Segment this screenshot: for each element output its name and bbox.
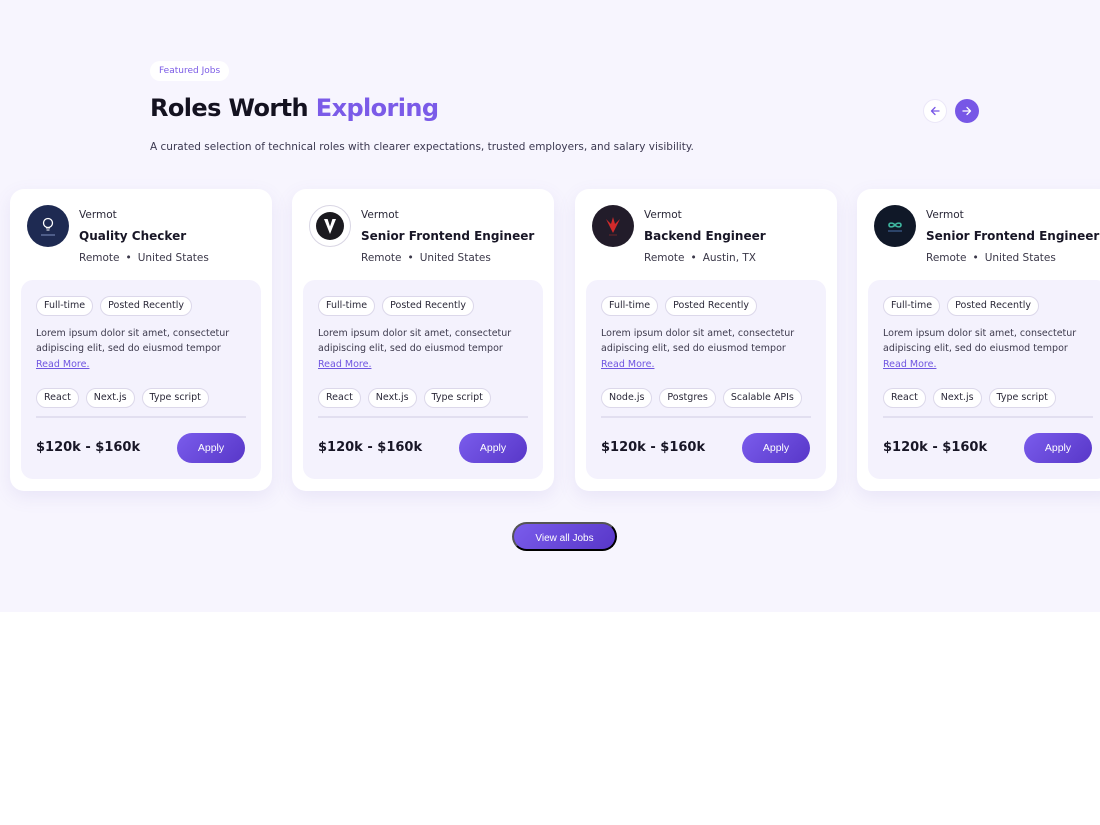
section-title: Roles Worth Exploring <box>150 94 439 122</box>
skill-tags: React Next.js Type script <box>883 388 1056 408</box>
salary-range: $120k - $160k <box>601 440 706 455</box>
job-location: Remote • Austin, TX <box>644 252 756 264</box>
badge-employment-type: Full-time <box>318 296 376 316</box>
badge-posted: Posted Recently <box>100 296 193 316</box>
skill-tag: Next.js <box>367 388 417 408</box>
company-name: Vermot <box>79 209 117 221</box>
v-logo-icon <box>309 205 351 247</box>
badge-posted: Posted Recently <box>947 296 1040 316</box>
apply-button[interactable]: Apply <box>177 433 245 463</box>
apply-button[interactable]: Apply <box>742 433 810 463</box>
company-name: Vermot <box>644 209 682 221</box>
skill-tag: Type script <box>141 388 209 408</box>
infinity-logo-icon <box>874 205 916 247</box>
salary-range: $120k - $160k <box>883 440 988 455</box>
job-badges: Full-time Posted Recently <box>601 296 758 316</box>
bulb-logo-icon <box>27 205 69 247</box>
bird-logo-icon <box>592 205 634 247</box>
company-name: Vermot <box>926 209 964 221</box>
divider <box>36 416 246 418</box>
job-card[interactable]: Vermot Quality Checker Remote • United Sta… <box>10 189 272 491</box>
arrow-right-icon <box>962 106 972 116</box>
job-title[interactable]: Senior Frontend Engineer <box>361 229 534 243</box>
job-badges: Full-time Posted Recently <box>883 296 1040 316</box>
job-card[interactable]: Vermot Senior Frontend Engineer Remote • U… <box>292 189 554 491</box>
skill-tag: React <box>318 388 361 408</box>
location: Austin, TX <box>702 252 756 264</box>
skill-tags: React Next.js Type script <box>36 388 209 408</box>
skill-tag: Scalable APIs <box>722 388 802 408</box>
section-subtitle: A curated selection of technical roles w… <box>150 141 694 153</box>
skill-tag: Next.js <box>85 388 135 408</box>
job-description: Lorem ipsum dolor sit amet, consectetur … <box>36 328 230 354</box>
company-name: Vermot <box>361 209 399 221</box>
skill-tag: Node.js <box>601 388 653 408</box>
view-all-jobs-button[interactable]: View all Jobs <box>512 522 617 551</box>
job-description: Lorem ipsum dolor sit amet, consectetur … <box>318 328 512 354</box>
work-mode: Remote <box>926 252 967 264</box>
job-details-panel: Full-time Posted Recently Lorem ipsum do… <box>868 280 1100 479</box>
apply-button[interactable]: Apply <box>1024 433 1092 463</box>
read-more-link[interactable]: Read More. <box>883 359 936 370</box>
title-main: Roles Worth <box>150 94 309 122</box>
job-badges: Full-time Posted Recently <box>318 296 475 316</box>
badge-employment-type: Full-time <box>601 296 659 316</box>
badge-posted: Posted Recently <box>382 296 475 316</box>
salary-range: $120k - $160k <box>318 440 423 455</box>
work-mode: Remote <box>79 252 120 264</box>
location: United States <box>419 252 491 264</box>
work-mode: Remote <box>361 252 402 264</box>
job-badges: Full-time Posted Recently <box>36 296 193 316</box>
location: United States <box>137 252 209 264</box>
title-accent: Exploring <box>315 94 439 122</box>
job-details-panel: Full-time Posted Recently Lorem ipsum do… <box>586 280 826 479</box>
badge-employment-type: Full-time <box>883 296 941 316</box>
job-card[interactable]: Vermot Senior Frontend Engineer Remote • U… <box>857 189 1100 491</box>
read-more-link[interactable]: Read More. <box>36 359 89 370</box>
skill-tag: Postgres <box>659 388 716 408</box>
skill-tag: Type script <box>988 388 1056 408</box>
job-card[interactable]: Vermot Backend Engineer Remote • Austin, T… <box>575 189 837 491</box>
carousel-next-button[interactable] <box>955 99 979 123</box>
work-mode: Remote <box>644 252 685 264</box>
job-location: Remote • United States <box>361 252 491 264</box>
job-title[interactable]: Backend Engineer <box>644 229 766 243</box>
job-description: Lorem ipsum dolor sit amet, consectetur … <box>601 328 795 354</box>
skill-tag: React <box>883 388 926 408</box>
skill-tags: Node.js Postgres Scalable APIs <box>601 388 802 408</box>
skill-tags: React Next.js Type script <box>318 388 491 408</box>
skill-tag: Type script <box>423 388 491 408</box>
divider <box>318 416 528 418</box>
featured-jobs-section: Featured Jobs Roles Worth Exploring A cu… <box>0 0 1100 612</box>
job-location: Remote • United States <box>926 252 1056 264</box>
carousel-prev-button[interactable] <box>923 99 947 123</box>
badge-posted: Posted Recently <box>665 296 758 316</box>
arrow-left-icon <box>930 106 940 116</box>
job-details-panel: Full-time Posted Recently Lorem ipsum do… <box>303 280 543 479</box>
section-eyebrow-badge: Featured Jobs <box>150 61 230 81</box>
job-description: Lorem ipsum dolor sit amet, consectetur … <box>883 328 1077 354</box>
read-more-link[interactable]: Read More. <box>601 359 654 370</box>
divider <box>883 416 1093 418</box>
skill-tag: Next.js <box>932 388 982 408</box>
divider <box>601 416 811 418</box>
location: United States <box>984 252 1056 264</box>
read-more-link[interactable]: Read More. <box>318 359 371 370</box>
job-title[interactable]: Quality Checker <box>79 229 186 243</box>
salary-range: $120k - $160k <box>36 440 141 455</box>
job-location: Remote • United States <box>79 252 209 264</box>
job-title[interactable]: Senior Frontend Engineer <box>926 229 1099 243</box>
job-details-panel: Full-time Posted Recently Lorem ipsum do… <box>21 280 261 479</box>
apply-button[interactable]: Apply <box>459 433 527 463</box>
skill-tag: React <box>36 388 79 408</box>
badge-employment-type: Full-time <box>36 296 94 316</box>
